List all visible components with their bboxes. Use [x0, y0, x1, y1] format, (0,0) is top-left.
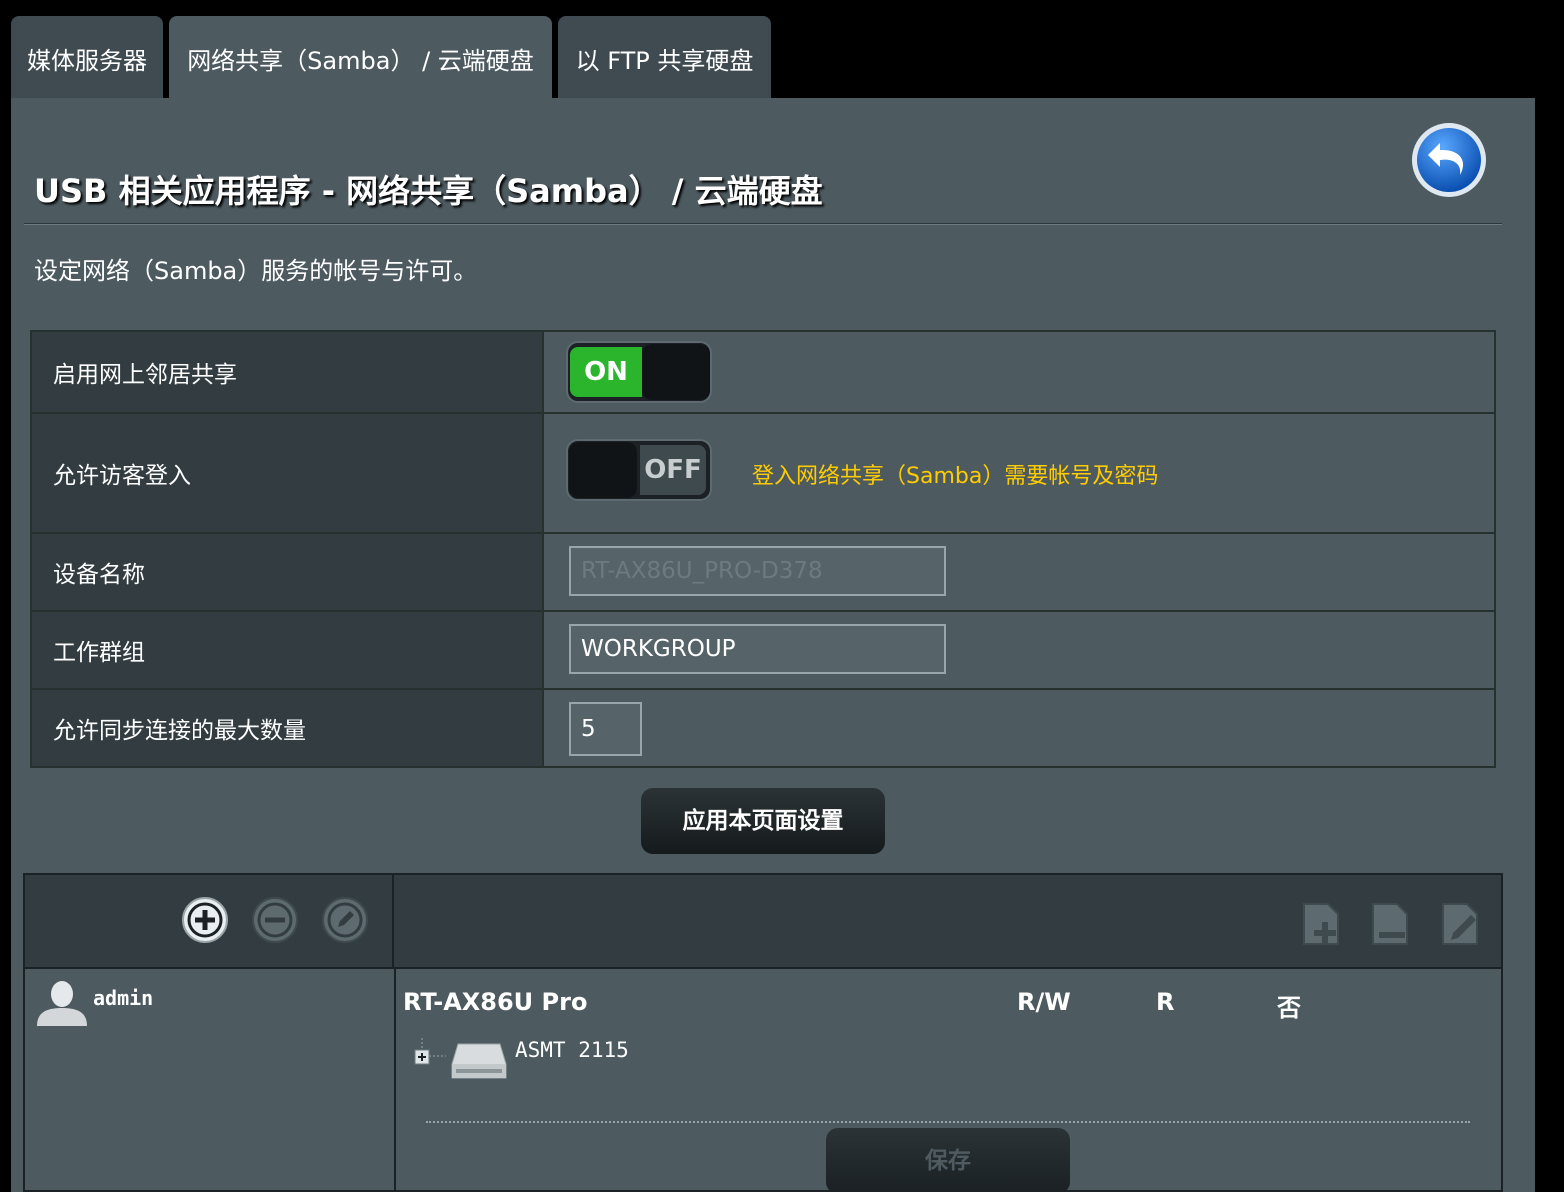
- toggle-on-text: ON: [570, 347, 642, 397]
- permissions-toolbar: [25, 875, 1501, 969]
- guest-login-label: 允许访客登入: [32, 414, 544, 532]
- max-connections-label: 允许同步连接的最大数量: [32, 690, 544, 766]
- delete-account-icon[interactable]: [251, 896, 299, 944]
- account-name[interactable]: admin: [93, 986, 153, 1010]
- enable-sharing-toggle[interactable]: ON: [566, 341, 712, 403]
- user-avatar-icon: [37, 981, 87, 1026]
- device-name-heading: RT-AX86U Pro: [403, 988, 588, 1016]
- enable-sharing-label: 启用网上邻居共享: [32, 332, 544, 412]
- toggle-off-text: OFF: [640, 445, 706, 495]
- expand-tree-icon[interactable]: [412, 1038, 446, 1068]
- title-divider: [24, 223, 1502, 225]
- toggle-knob: [569, 442, 637, 498]
- settings-row-guest-login: 允许访客登入 OFF 登入网络共享（Samba）需要帐号及密码: [32, 414, 1494, 534]
- back-icon[interactable]: [1410, 121, 1488, 199]
- edit-folder-icon[interactable]: [1439, 900, 1483, 948]
- permission-column-none: 否: [1277, 994, 1301, 1022]
- add-folder-icon[interactable]: [1300, 900, 1344, 948]
- edit-account-icon[interactable]: [321, 896, 369, 944]
- permission-column-r: R: [1156, 988, 1175, 1016]
- tab-ftp[interactable]: 以 FTP 共享硬盘: [558, 16, 771, 98]
- page: 媒体服务器 网络共享（Samba） / 云端硬盘 以 FTP 共享硬盘 USB …: [0, 0, 1564, 1192]
- add-account-icon[interactable]: [181, 896, 229, 944]
- page-description: 设定网络（Samba）服务的帐号与许可。: [34, 257, 478, 285]
- workgroup-input[interactable]: WORKGROUP: [569, 624, 946, 674]
- settings-row-enable-sharing: 启用网上邻居共享 ON: [32, 332, 1494, 414]
- max-connections-input[interactable]: 5: [569, 702, 642, 756]
- device-name-input[interactable]: RT-AX86U_PRO-D378: [569, 546, 946, 596]
- settings-row-max-connections: 允许同步连接的最大数量 5: [32, 690, 1494, 766]
- settings-row-device-name: 设备名称 RT-AX86U_PRO-D378: [32, 534, 1494, 612]
- save-permissions-button[interactable]: 保存: [826, 1128, 1070, 1192]
- device-name-label: 设备名称: [32, 534, 544, 610]
- tab-media-server[interactable]: 媒体服务器: [11, 16, 163, 98]
- guest-login-toggle[interactable]: OFF: [566, 439, 712, 501]
- settings-table: 启用网上邻居共享 ON 允许访客登入 OFF 登入网络共享（Samba）需要帐号…: [30, 330, 1496, 768]
- workgroup-label: 工作群组: [32, 612, 544, 688]
- drive-icon: [451, 1043, 507, 1079]
- disk-folder-name[interactable]: ASMT 2115: [515, 1038, 629, 1062]
- page-title: USB 相关应用程序 - 网络共享（Samba） / 云端硬盘: [34, 172, 823, 210]
- settings-row-workgroup: 工作群组 WORKGROUP: [32, 612, 1494, 690]
- toggle-knob: [642, 344, 710, 400]
- permissions-panel: [23, 873, 1503, 1192]
- permission-separator: [426, 1121, 1470, 1123]
- apply-settings-button[interactable]: 应用本页面设置: [641, 788, 885, 854]
- tab-samba[interactable]: 网络共享（Samba） / 云端硬盘: [169, 16, 552, 98]
- permission-column-rw: R/W: [1017, 988, 1071, 1016]
- delete-folder-icon[interactable]: [1369, 900, 1413, 948]
- guest-login-hint: 登入网络共享（Samba）需要帐号及密码: [752, 464, 1159, 489]
